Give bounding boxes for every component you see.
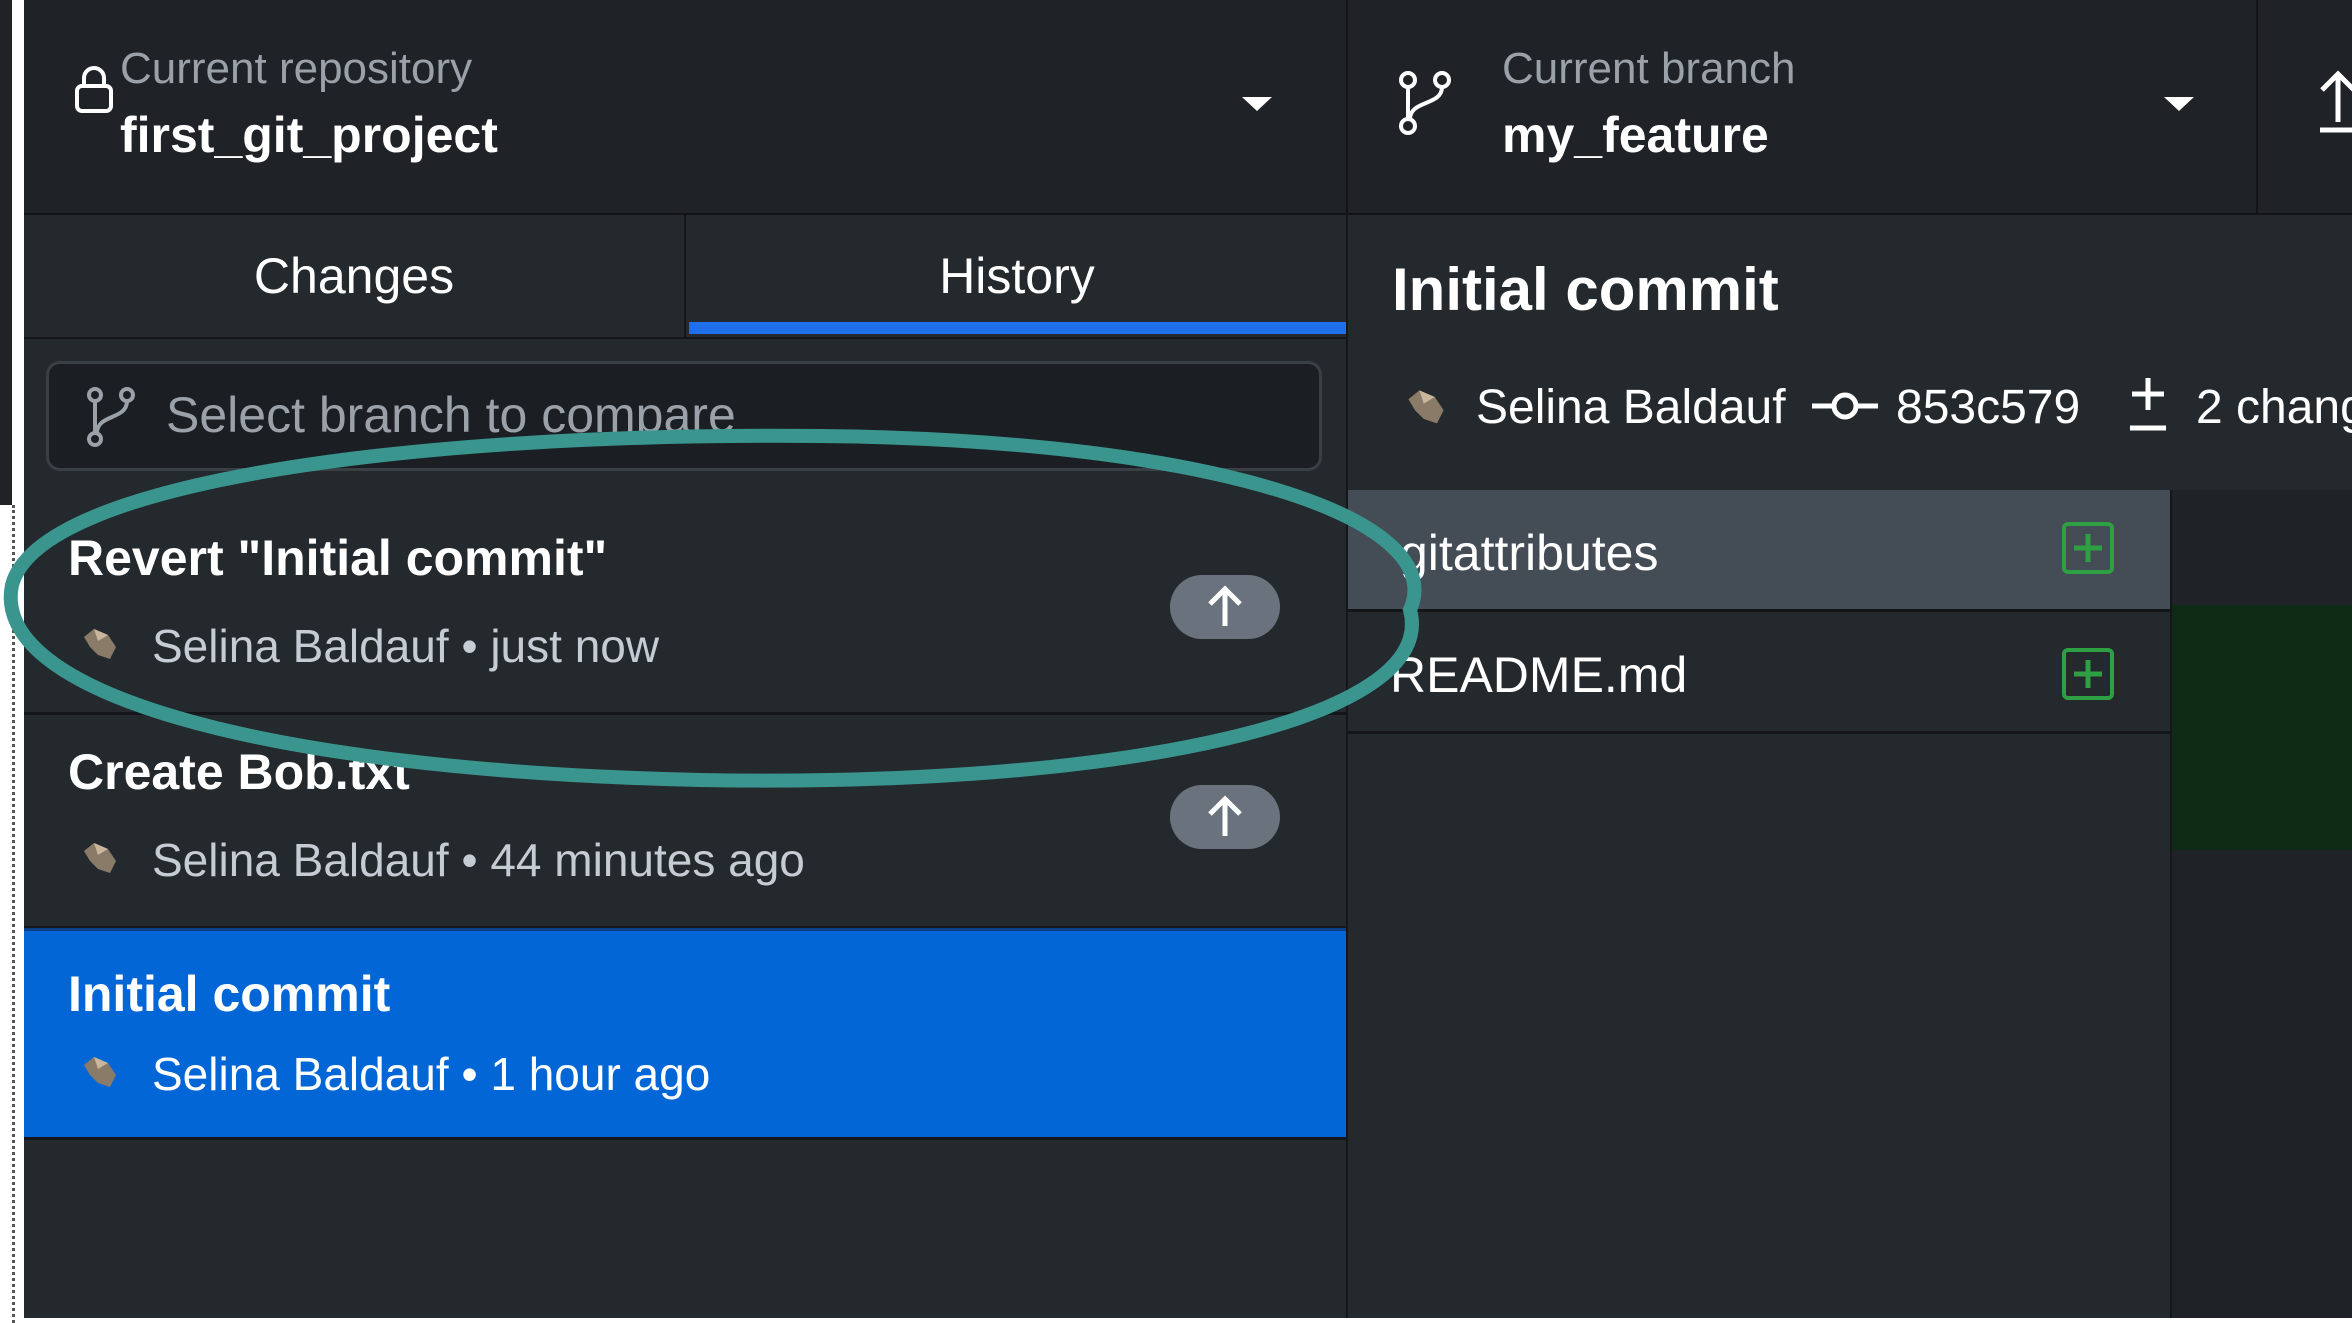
push-origin-button[interactable] <box>2258 0 2352 213</box>
user-avatar-icon <box>84 843 116 873</box>
commit-list-item[interactable]: Create Bob.txt Selina Baldauf • 44 minut… <box>24 717 1346 929</box>
user-avatar-icon <box>1408 390 1444 424</box>
file-added-icon <box>2062 648 2114 700</box>
file-name: gitattributes <box>1400 525 1659 581</box>
current-branch-button[interactable]: Current branch my_feature <box>1348 0 2258 213</box>
arrow-up-icon <box>2320 70 2352 133</box>
tab-history[interactable]: History <box>688 215 1346 337</box>
commit-title: Create Bob.txt <box>68 744 410 800</box>
lock-icon <box>75 66 113 113</box>
commit-meta: Selina Baldauf • 44 minutes ago <box>152 834 805 886</box>
arrow-up-icon <box>1208 795 1242 836</box>
caret-down-icon <box>2164 97 2194 111</box>
commit-list-item[interactable]: Revert "Initial commit" Selina Baldauf •… <box>24 503 1346 715</box>
user-avatar-icon <box>84 629 116 659</box>
window-edge <box>0 0 12 505</box>
commit-sha[interactable]: 853c579 <box>1896 380 2080 435</box>
active-tab-indicator <box>689 322 1346 334</box>
compare-branch-placeholder: Select branch to compare <box>166 387 736 443</box>
commit-list-item-selected[interactable]: Initial commit Selina Baldauf • 1 hour a… <box>24 928 1346 1140</box>
commit-title: Revert "Initial commit" <box>68 530 608 586</box>
diff-icon <box>2130 378 2166 431</box>
commit-author: Selina Baldauf <box>1476 381 1786 434</box>
branch-name: my_feature <box>1502 107 1769 163</box>
window-bottom-edge <box>24 1318 2352 1323</box>
tab-changes[interactable]: Changes <box>24 215 686 337</box>
diff-added-lines <box>2172 605 2352 850</box>
user-avatar-icon <box>84 1057 116 1087</box>
unpushed-badge <box>1170 575 1280 639</box>
commit-meta: Selina Baldauf • just now <box>152 620 660 672</box>
file-list-item-selected[interactable]: gitattributes <box>1348 490 2170 612</box>
file-name: README.md <box>1390 647 1688 703</box>
commit-summary-title: Initial commit <box>1392 256 1779 323</box>
repository-name: first_git_project <box>120 107 498 163</box>
git-commit-icon <box>1812 392 1878 420</box>
commit-meta: Selina Baldauf • 1 hour ago <box>152 1048 711 1100</box>
repository-label: Current repository <box>120 44 473 93</box>
unpushed-badge <box>1170 785 1280 849</box>
caret-down-icon <box>1242 97 1272 111</box>
file-added-icon <box>2062 522 2114 574</box>
branch-label: Current branch <box>1502 44 1796 93</box>
dotted-guide <box>12 505 15 1323</box>
current-repository-button[interactable]: Current repository first_git_project <box>24 0 1348 213</box>
arrow-up-icon <box>1208 585 1242 626</box>
git-branch-icon <box>1399 71 1451 135</box>
git-branch-icon <box>87 387 135 447</box>
file-list-item[interactable]: README.md <box>1348 612 2170 734</box>
changed-files-count: 2 chang <box>2196 381 2352 434</box>
commit-title: Initial commit <box>68 966 391 1022</box>
